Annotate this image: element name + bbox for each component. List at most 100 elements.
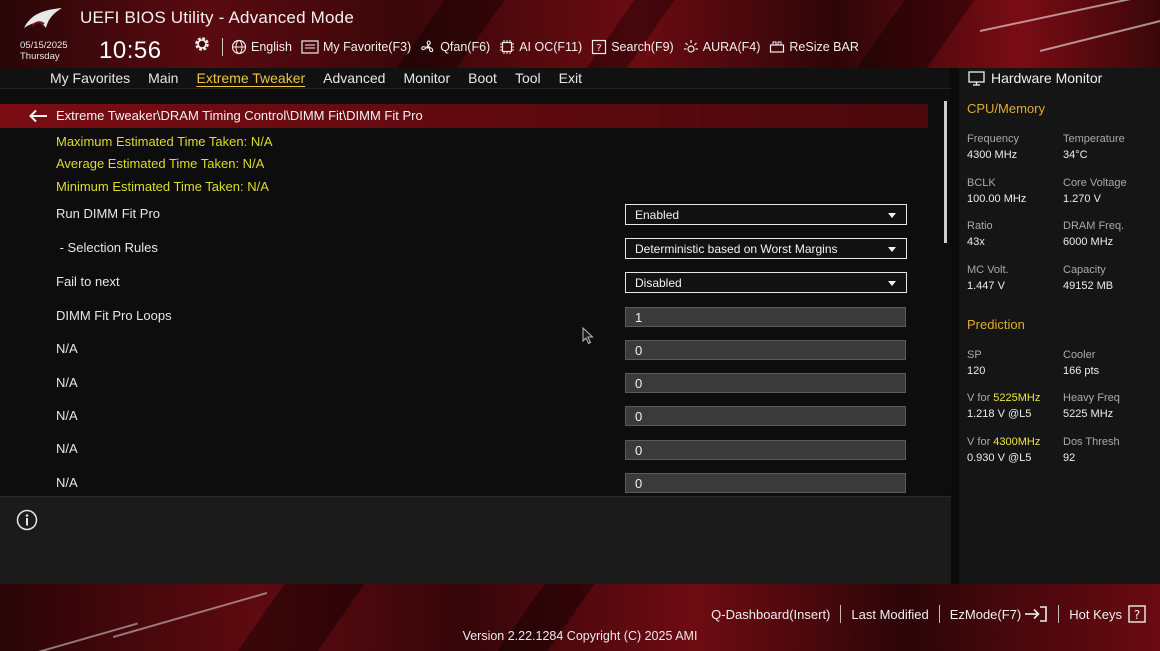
top-header: UEFI BIOS Utility - Advanced Mode 05/15/… (0, 0, 1160, 68)
tab-advanced[interactable]: Advanced (314, 70, 394, 86)
hardware-monitor-panel: Hardware Monitor CPU/Memory Frequency 43… (959, 68, 1160, 584)
ai-oc-label: AI OC(F11) (519, 40, 583, 54)
ezmode-button[interactable]: EzMode(F7) (950, 605, 1049, 623)
mouse-cursor-icon (582, 327, 594, 345)
na-setting-label: N/A (56, 475, 78, 490)
date-display[interactable]: 05/15/2025 Thursday (20, 40, 68, 62)
selection-rules-select[interactable]: Deterministic based on Worst Margins (625, 238, 907, 259)
language-button[interactable]: English (231, 39, 292, 55)
favorite-icon (301, 40, 319, 54)
breadcrumb: Extreme Tweaker\DRAM Timing Control\DIMM… (56, 108, 423, 123)
search-help-icon: ? (592, 39, 607, 55)
na-setting-label: N/A (56, 341, 78, 356)
hardware-monitor-title: Hardware Monitor (968, 70, 1102, 86)
my-favorite-button[interactable]: My Favorite(F3) (301, 40, 411, 54)
main-tab-bar: My Favorites Main Extreme Tweaker Advanc… (0, 68, 950, 88)
footer-bar: Q-Dashboard(Insert) Last Modified EzMode… (0, 584, 1160, 651)
help-panel (0, 496, 951, 584)
ai-oc-button[interactable]: AI OC(F11) (499, 39, 582, 55)
prediction-heading: Prediction (967, 317, 1025, 332)
resize-bar-icon (770, 41, 785, 53)
monitor-icon (968, 70, 985, 86)
tab-extreme-tweaker[interactable]: Extreme Tweaker (187, 70, 314, 86)
cooler-label: Cooler (1063, 349, 1096, 361)
search-label: Search(F9) (611, 40, 674, 54)
sp-value: 120 (967, 365, 986, 377)
v-for-5225-label: V for 5225MHz (967, 392, 1040, 404)
heavy-freq-value: 5225 MHz (1063, 408, 1114, 420)
core-voltage-label: Core Voltage (1063, 177, 1127, 189)
selection-rules-label: - Selection Rules (56, 240, 158, 255)
tab-monitor[interactable]: Monitor (394, 70, 459, 86)
dram-freq-label: DRAM Freq. (1063, 220, 1125, 232)
footer-buttons: Q-Dashboard(Insert) Last Modified EzMode… (711, 604, 1146, 624)
tab-boot[interactable]: Boot (459, 70, 506, 86)
fan-icon (421, 40, 434, 53)
qfan-button[interactable]: Qfan(F6) (420, 39, 490, 55)
dropdown-caret-icon (888, 247, 896, 252)
na-setting-input[interactable]: 0 (625, 473, 906, 493)
resize-bar-label: ReSize BAR (789, 40, 859, 54)
breadcrumb-bar: Extreme Tweaker\DRAM Timing Control\DIMM… (0, 104, 928, 128)
language-label: English (251, 40, 292, 54)
mc-volt-label: MC Volt. (967, 264, 1009, 276)
header-decoration (388, 0, 512, 68)
info-icon (16, 509, 38, 531)
settings-scrollbar[interactable] (944, 101, 947, 243)
ratio-value: 43x (967, 236, 985, 248)
na-setting-input[interactable]: 0 (625, 406, 906, 426)
capacity-label: Capacity (1063, 264, 1106, 276)
dropdown-caret-icon (888, 281, 896, 286)
weekday-text: Thursday (20, 51, 60, 62)
na-setting-label: N/A (56, 375, 78, 390)
frequency-label: Frequency (967, 133, 1019, 145)
aura-button[interactable]: AURA(F4) (683, 39, 760, 55)
capacity-value: 49152 MB (1063, 280, 1114, 292)
na-setting-input[interactable]: 0 (625, 340, 906, 360)
resize-bar-button[interactable]: ReSize BAR (769, 39, 859, 55)
tab-main[interactable]: Main (139, 70, 187, 86)
footer-divider (938, 605, 940, 623)
v-for-prefix: V for (967, 392, 994, 404)
heavy-freq-label: Heavy Freq (1063, 392, 1120, 404)
v-for-4300-freq: 4300MHz (993, 436, 1041, 448)
version-text: Version 2.22.1284 Copyright (C) 2025 AMI (462, 629, 698, 643)
hot-keys-button[interactable]: Hot Keys ? (1069, 605, 1146, 623)
tab-tool[interactable]: Tool (506, 70, 550, 86)
svg-text:?: ? (1134, 608, 1140, 622)
selection-rules-value: Deterministic based on Worst Margins (635, 242, 838, 256)
tab-my-favorites[interactable]: My Favorites (0, 70, 139, 86)
last-modified-button[interactable]: Last Modified (851, 607, 928, 622)
fail-to-next-select[interactable]: Disabled (625, 272, 907, 293)
tab-exit[interactable]: Exit (550, 70, 591, 86)
sp-label: SP (967, 349, 982, 361)
svg-text:?: ? (597, 43, 602, 54)
gear-icon[interactable] (193, 35, 211, 53)
ratio-label: Ratio (967, 220, 993, 232)
back-arrow-icon[interactable] (28, 109, 48, 123)
na-setting-input[interactable]: 0 (625, 373, 906, 393)
ezmode-label: EzMode(F7) (949, 606, 1022, 622)
time-display[interactable]: 10:56 (99, 37, 162, 65)
min-time-info: Minimum Estimated Time Taken: N/A (56, 179, 269, 194)
dos-thresh-label: Dos Thresh (1063, 436, 1120, 448)
na-setting-label: N/A (56, 408, 78, 423)
search-button[interactable]: ? Search(F9) (591, 39, 674, 55)
toolbar-divider (222, 38, 223, 56)
q-dashboard-button[interactable]: Q-Dashboard(Insert) (711, 607, 830, 622)
hot-keys-label: Hot Keys (1069, 606, 1122, 622)
bclk-value: 100.00 MHz (967, 193, 1027, 205)
header-decoration (578, 0, 682, 68)
avg-time-info: Average Estimated Time Taken: N/A (56, 156, 265, 171)
cooler-value: 166 pts (1063, 365, 1100, 377)
bclk-label: BCLK (967, 177, 996, 189)
run-dimm-fit-pro-select[interactable]: Enabled (625, 204, 907, 225)
na-setting-input[interactable]: 0 (625, 440, 906, 460)
temperature-label: Temperature (1063, 133, 1125, 145)
rog-logo-icon (24, 8, 62, 28)
footer-divider (840, 605, 842, 623)
aura-light-icon (683, 40, 698, 53)
my-favorite-label: My Favorite(F3) (323, 40, 412, 54)
run-dimm-fit-pro-value: Enabled (635, 208, 680, 222)
dimm-fit-pro-loops-input[interactable]: 1 (625, 307, 906, 327)
